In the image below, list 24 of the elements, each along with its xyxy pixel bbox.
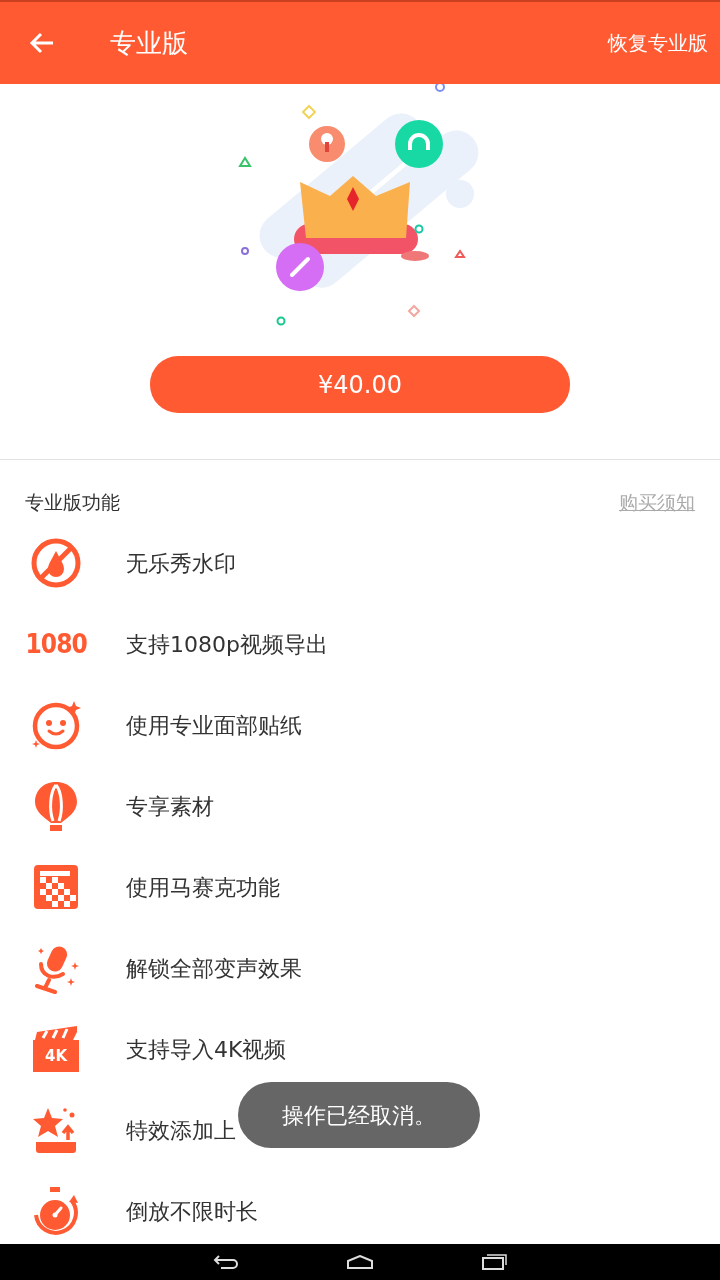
feature-label: 专享素材 xyxy=(126,792,214,821)
restore-pro-button[interactable]: 恢复专业版 xyxy=(608,28,708,58)
smiley-face-icon xyxy=(30,699,82,751)
price-button[interactable]: ¥40.00 xyxy=(150,356,570,413)
home-icon[interactable] xyxy=(346,1255,374,1269)
no-water-drop-icon xyxy=(30,537,82,589)
purchase-notice-link[interactable]: 购买须知 xyxy=(619,488,695,517)
feature-label: 支持1080p视频导出 xyxy=(126,630,328,659)
feature-label: 使用专业面部贴纸 xyxy=(126,711,302,740)
toast-message: 操作已经取消。 xyxy=(238,1082,480,1148)
feature-label: 特效添加上 xyxy=(126,1116,236,1145)
resolution-icon: 1080 xyxy=(25,631,87,657)
feature-label: 无乐秀水印 xyxy=(126,549,236,578)
section-title: 专业版功能 xyxy=(25,490,120,515)
back-icon[interactable] xyxy=(213,1254,240,1270)
back-arrow-icon xyxy=(29,31,55,55)
feature-label: 使用马赛克功能 xyxy=(126,873,280,902)
recent-apps-icon[interactable] xyxy=(480,1254,507,1270)
feature-label: 解锁全部变声效果 xyxy=(126,954,302,983)
page-title: 专业版 xyxy=(110,26,188,60)
feature-label: 支持导入4K视频 xyxy=(126,1035,287,1064)
mosaic-icon xyxy=(32,863,80,911)
hot-air-balloon-icon xyxy=(33,780,79,832)
feature-label: 倒放不限时长 xyxy=(126,1197,258,1226)
